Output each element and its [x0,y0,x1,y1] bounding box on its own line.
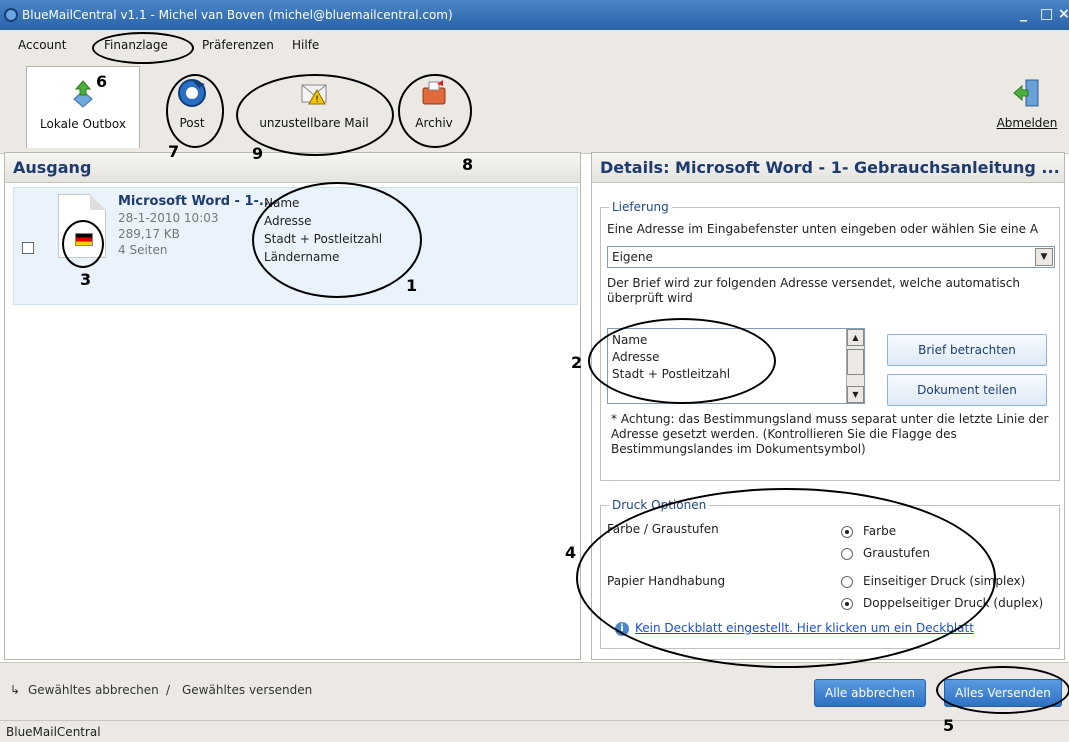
annotation-ellipse-delivery-address [588,318,776,404]
bottom-bar: ↳ Gewähltes abbrechen / Gewähltes versen… [0,662,1069,720]
annotation-number: 7 [168,142,180,161]
close-button[interactable]: × [1058,6,1069,22]
item-date: 28-1-2010 10:03 [118,211,219,225]
annotation-ellipse-print-options [576,488,996,668]
status-bar: BlueMailCentral [0,720,1069,742]
status-text: BlueMailCentral [6,725,101,739]
address-select-value: Eigene [612,250,653,264]
annotation-number: 9 [252,144,264,163]
cancel-selected-link[interactable]: Gewähltes abbrechen [28,683,159,697]
annotation-ellipse-address [252,182,422,298]
annotation-number: 1 [406,276,418,295]
address-scrollbar[interactable]: ▲ ▼ [846,329,864,403]
minimize-button[interactable]: _ [1020,6,1027,22]
maximize-button[interactable]: □ [1040,6,1053,22]
annotation-ellipse-finance [92,32,194,64]
item-checkbox[interactable] [22,242,34,254]
outbox-icon [73,80,93,108]
toolbar: Lokale Outbox Post ! unzustellbare Mail … [0,60,1069,154]
arrow-right-icon: ↳ [10,683,21,697]
tab-local-outbox-label: Lokale Outbox [40,117,126,131]
title-bar: BlueMailCentral v1.1 - Michel van Boven … [0,0,1069,30]
send-selected-link[interactable]: Gewähltes versenden [182,683,312,697]
annotation-ellipse-flag [62,220,104,268]
delivery-instruction: Eine Adresse im Eingabefenster unten ein… [607,222,1039,236]
delivery-info: Der Brief wird zur folgenden Adresse ver… [607,276,1021,305]
annotation-number: 5 [943,716,955,735]
outbox-title: Ausgang [5,153,580,183]
scroll-thumb[interactable] [847,349,864,375]
details-title: Details: Microsoft Word - 1- Gebrauchsan… [592,153,1064,183]
annotation-ellipse-post [166,74,224,148]
scroll-up-icon[interactable]: ▲ [847,329,864,346]
annotation-number: 3 [80,270,92,289]
delivery-legend: Lieferung [609,200,672,214]
delivery-note: * Achtung: das Bestimmungsland muss sepa… [611,412,1049,456]
address-select[interactable]: Eigene ▼ [607,246,1055,268]
annotation-number: 4 [565,543,577,562]
app-icon [4,8,18,22]
cancel-all-button[interactable]: Alle abbrechen [814,679,926,707]
tab-local-outbox[interactable]: Lokale Outbox [26,66,140,148]
item-size: 289,17 KB [118,227,180,241]
annotation-ellipse-send-all [936,666,1069,714]
view-letter-button[interactable]: Brief betrachten [887,334,1047,366]
share-document-button[interactable]: Dokument teilen [887,374,1047,406]
bottom-separator: / [166,683,171,697]
annotation-ellipse-archive [398,74,472,148]
scroll-down-icon[interactable]: ▼ [847,386,864,403]
menu-account[interactable]: Account [18,38,66,52]
menu-preferences[interactable]: Präferenzen [202,38,274,52]
logout-icon [1013,79,1039,107]
logout-button[interactable]: Abmelden [992,66,1062,148]
chevron-down-icon[interactable]: ▼ [1035,248,1053,266]
item-name: Microsoft Word - 1-... [118,194,274,209]
annotation-number: 2 [571,353,583,372]
item-pages: 4 Seiten [118,243,168,257]
menu-help[interactable]: Hilfe [292,38,319,52]
annotation-number: 8 [462,155,474,174]
logout-label: Abmelden [996,116,1058,130]
window-title: BlueMailCentral v1.1 - Michel van Boven … [22,8,453,22]
annotation-number: 6 [96,72,108,91]
